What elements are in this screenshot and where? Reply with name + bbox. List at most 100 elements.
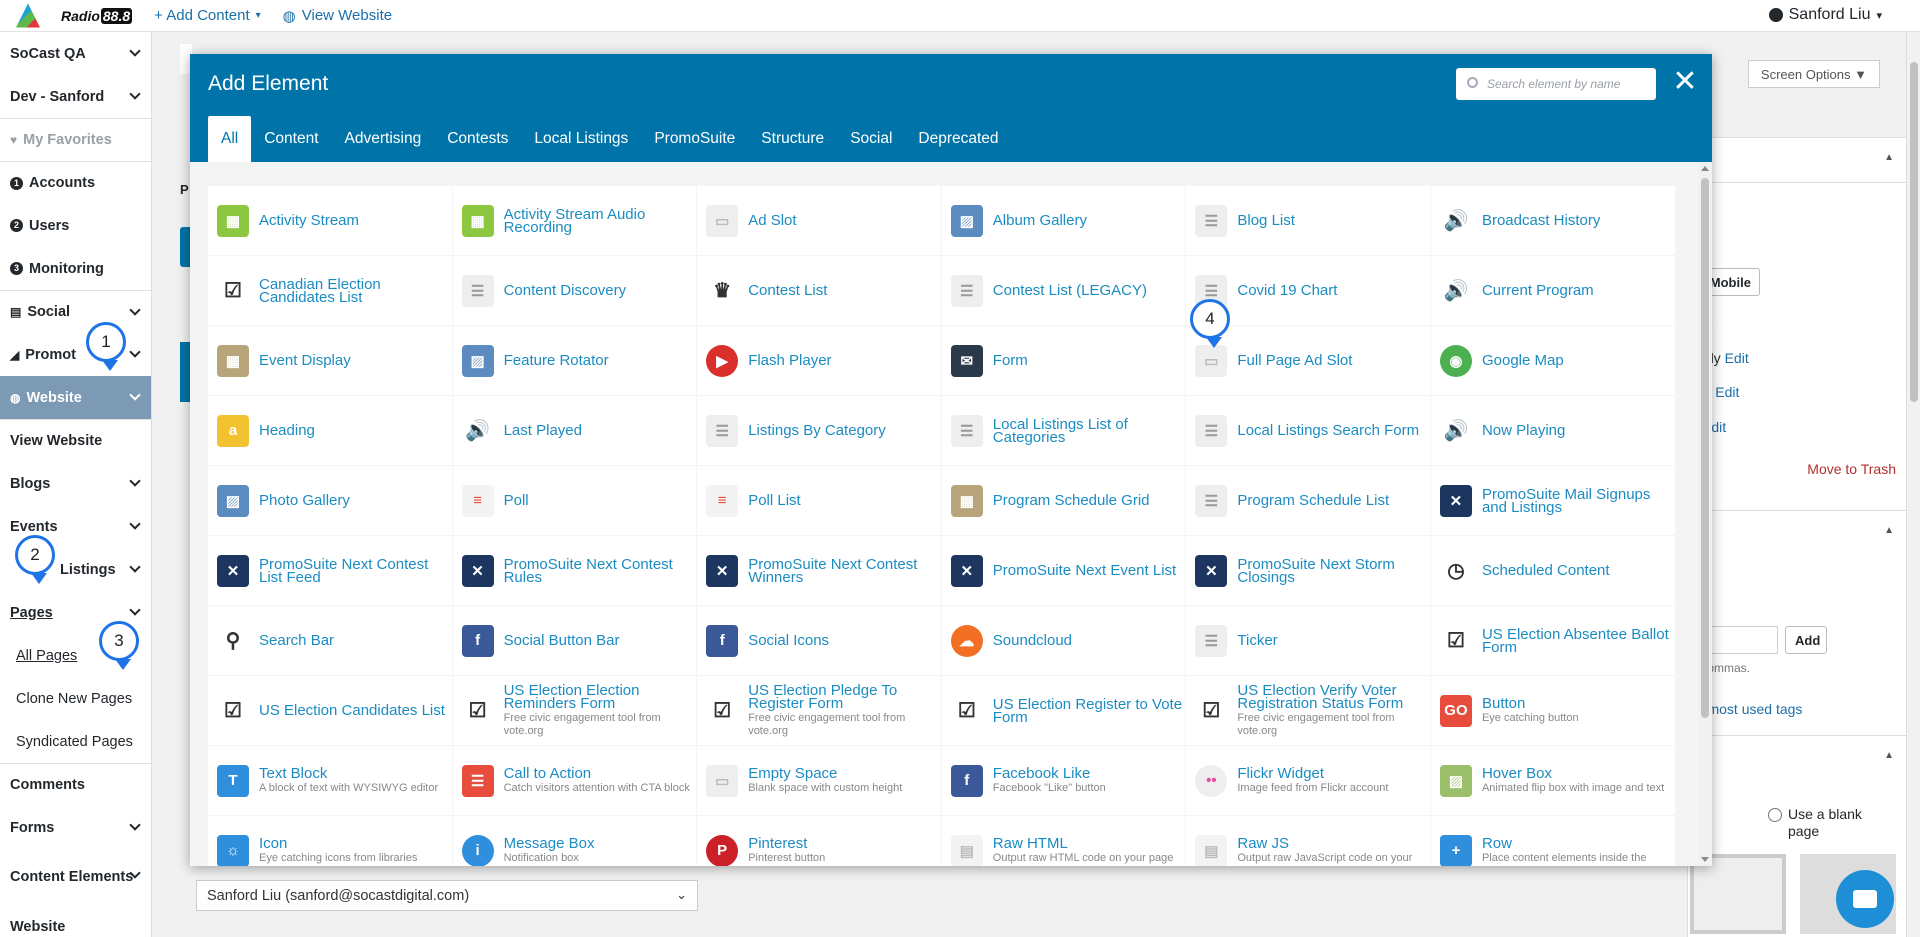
element-button[interactable]: GO Button Eye catching button xyxy=(1430,676,1675,745)
tab-social[interactable]: Social xyxy=(837,116,905,162)
close-icon[interactable]: ✕ xyxy=(1670,67,1700,98)
element-ad-slot[interactable]: ▭ Ad Slot xyxy=(697,186,941,255)
element-message-box[interactable]: i Message Box Notification box xyxy=(452,816,697,866)
element-poll[interactable]: ≡ Poll xyxy=(452,466,697,535)
element-heading[interactable]: a Heading xyxy=(208,396,452,465)
tab-all[interactable]: All xyxy=(208,116,252,162)
blank-page-radio[interactable] xyxy=(1768,808,1782,822)
element-search-bar[interactable]: ⚲ Search Bar xyxy=(208,606,452,675)
element-promosuite-next-event-list[interactable]: ✕ PromoSuite Next Event List xyxy=(941,536,1186,605)
page-scrollbar-thumb[interactable] xyxy=(1910,62,1918,402)
element-current-program[interactable]: 🔊 Current Program xyxy=(1430,256,1675,325)
element-broadcast-history[interactable]: 🔊 Broadcast History xyxy=(1430,186,1675,255)
element-facebook-like[interactable]: f Facebook Like Facebook "Like" button xyxy=(941,746,1186,815)
sidebar-item-content-elements[interactable]: Content Elements xyxy=(0,849,151,905)
schedule-edit-link[interactable]: Edit xyxy=(1725,350,1749,366)
element-text-block[interactable]: T Text Block A block of text with WYSIWYG … xyxy=(208,746,452,815)
move-to-trash-link[interactable]: Move to Trash xyxy=(1807,461,1896,477)
element-local-listings-search-form[interactable]: ☰ Local Listings Search Form xyxy=(1186,396,1430,465)
element-blog-list[interactable]: ☰ Blog List xyxy=(1186,186,1430,255)
sidebar-item-forms[interactable]: Forms xyxy=(0,806,151,849)
collapse-arrow-icon[interactable]: ▲ xyxy=(1884,152,1894,163)
scroll-down-icon[interactable] xyxy=(1701,857,1709,862)
element-promosuite-mail-signups-and-listings[interactable]: ✕ PromoSuite Mail Signups and Listings xyxy=(1430,466,1675,535)
element-local-listings-list-of-categories[interactable]: ☰ Local Listings List of Categories xyxy=(941,396,1186,465)
element-scheduled-content[interactable]: ◷ Scheduled Content xyxy=(1430,536,1675,605)
element-contest-list-legacy-[interactable]: ☰ Contest List (LEGACY) xyxy=(941,256,1186,325)
sidebar-item-clone-new-pages[interactable]: Clone New Pages xyxy=(0,677,151,720)
element-search-input[interactable]: Search element by name xyxy=(1456,68,1656,100)
element-row[interactable]: + Row Place content elements inside the xyxy=(1430,816,1675,866)
sidebar-item-comments[interactable]: Comments xyxy=(0,763,151,806)
sidebar-item-promot[interactable]: ◢ Promot xyxy=(0,333,151,376)
station-logo[interactable]: Radio 88.8 xyxy=(60,7,133,24)
element-us-election-register-to-vote-form[interactable]: ☑ US Election Register to Vote Form xyxy=(941,676,1186,745)
sidebar-item-users[interactable]: 2 Users xyxy=(0,204,151,247)
chat-widget-button[interactable] xyxy=(1836,870,1894,928)
element-promosuite-next-contest-list-feed[interactable]: ✕ PromoSuite Next Contest List Feed xyxy=(208,536,452,605)
element-us-election-verify-voter-registration-status-form[interactable]: ☑ US Election Verify Voter Registration S… xyxy=(1186,676,1430,745)
tab-promosuite[interactable]: PromoSuite xyxy=(641,116,748,162)
tab-structure[interactable]: Structure xyxy=(748,116,837,162)
element-us-election-pledge-to-register-form[interactable]: ☑ US Election Pledge To Register Form Free… xyxy=(697,676,941,745)
element-feature-rotator[interactable]: ▨ Feature Rotator xyxy=(452,326,697,395)
element-flash-player[interactable]: ▶ Flash Player xyxy=(697,326,941,395)
element-raw-js[interactable]: ▤ Raw JS Output raw JavaScript code on you… xyxy=(1186,816,1430,866)
element-promosuite-next-storm-closings[interactable]: ✕ PromoSuite Next Storm Closings xyxy=(1186,536,1430,605)
element-social-button-bar[interactable]: f Social Button Bar xyxy=(452,606,697,675)
element-contest-list[interactable]: ♛ Contest List xyxy=(697,256,941,325)
element-full-page-ad-slot[interactable]: ▭ Full Page Ad Slot xyxy=(1186,326,1430,395)
element-content-discovery[interactable]: ☰ Content Discovery xyxy=(452,256,697,325)
element-poll-list[interactable]: ≡ Poll List xyxy=(697,466,941,535)
sidebar-item-dev-sanford[interactable]: Dev - Sanford xyxy=(0,75,151,118)
element-program-schedule-list[interactable]: ☰ Program Schedule List xyxy=(1186,466,1430,535)
element-promosuite-next-contest-rules[interactable]: ✕ PromoSuite Next Contest Rules xyxy=(452,536,697,605)
sidebar-item-view-website[interactable]: View Website xyxy=(0,419,151,462)
add-content-menu[interactable]: + Add Content ▾ xyxy=(154,7,261,24)
sidebar-item-website[interactable]: Website xyxy=(0,905,151,937)
app-logo[interactable] xyxy=(16,3,40,28)
element-us-election-absentee-ballot-form[interactable]: ☑ US Election Absentee Ballot Form xyxy=(1430,606,1675,675)
sidebar-item-monitoring[interactable]: 3 Monitoring xyxy=(0,247,151,290)
screen-options-button[interactable]: Screen Options ▼ xyxy=(1747,60,1880,88)
modal-scrollbar-thumb[interactable] xyxy=(1701,178,1709,718)
element-promosuite-next-contest-winners[interactable]: ✕ PromoSuite Next Contest Winners xyxy=(697,536,941,605)
element-us-election-election-reminders-form[interactable]: ☑ US Election Election Reminders Form Free… xyxy=(452,676,697,745)
collapse-arrow-icon[interactable]: ▲ xyxy=(1884,750,1894,761)
sidebar-item-accounts[interactable]: 1 Accounts xyxy=(0,161,151,204)
user-menu[interactable]: Sanford Liu ▾ xyxy=(1768,6,1882,24)
element-call-to-action[interactable]: ☰ Call to Action Catch visitors attention … xyxy=(452,746,697,815)
tab-content[interactable]: Content xyxy=(251,116,331,162)
element-icon[interactable]: ☼ Icon Eye catching icons from libraries xyxy=(208,816,452,866)
sidebar-item-socast-qa[interactable]: SoCast QA xyxy=(0,32,151,75)
add-tag-button[interactable]: Add xyxy=(1785,626,1827,654)
modal-scrollbar[interactable] xyxy=(1698,162,1712,866)
element-program-schedule-grid[interactable]: ▦ Program Schedule Grid xyxy=(941,466,1186,535)
author-select[interactable]: Sanford Liu (sanford@socastdigital.com) ⌄ xyxy=(196,880,698,911)
element-soundcloud[interactable]: ☁ Soundcloud xyxy=(941,606,1186,675)
element-last-played[interactable]: 🔊 Last Played xyxy=(452,396,697,465)
element-event-display[interactable]: ▦ Event Display xyxy=(208,326,452,395)
element-raw-html[interactable]: ▤ Raw HTML Output raw HTML code on your pa… xyxy=(941,816,1186,866)
element-ticker[interactable]: ☰ Ticker xyxy=(1186,606,1430,675)
element-form[interactable]: ✉ Form xyxy=(941,326,1186,395)
element-pinterest[interactable]: P Pinterest Pinterest button xyxy=(697,816,941,866)
sidebar-item-syndicated-pages[interactable]: Syndicated Pages xyxy=(0,720,151,763)
element-album-gallery[interactable]: ▨ Album Gallery xyxy=(941,186,1186,255)
view-website-link[interactable]: ◍ View Website xyxy=(283,7,392,25)
tab-contests[interactable]: Contests xyxy=(434,116,521,162)
element-photo-gallery[interactable]: ▨ Photo Gallery xyxy=(208,466,452,535)
element-flickr-widget[interactable]: •• Flickr Widget Image feed from Flickr ac… xyxy=(1186,746,1430,815)
element-now-playing[interactable]: 🔊 Now Playing xyxy=(1430,396,1675,465)
collapse-arrow-icon[interactable]: ▲ xyxy=(1884,525,1894,536)
element-activity-stream[interactable]: ▦ Activity Stream xyxy=(208,186,452,255)
element-us-election-candidates-list[interactable]: ☑ US Election Candidates List xyxy=(208,676,452,745)
sidebar-item-website[interactable]: ◍ Website xyxy=(0,376,151,419)
tab-local-listings[interactable]: Local Listings xyxy=(521,116,641,162)
scroll-up-icon[interactable] xyxy=(1701,166,1709,171)
element-activity-stream-audio-recording[interactable]: ▦ Activity Stream Audio Recording xyxy=(452,186,697,255)
template-thumbnail[interactable] xyxy=(1690,854,1786,934)
element-hover-box[interactable]: ▨ Hover Box Animated flip box with image a… xyxy=(1430,746,1675,815)
element-social-icons[interactable]: f Social Icons xyxy=(697,606,941,675)
sidebar-item-blogs[interactable]: Blogs xyxy=(0,462,151,505)
